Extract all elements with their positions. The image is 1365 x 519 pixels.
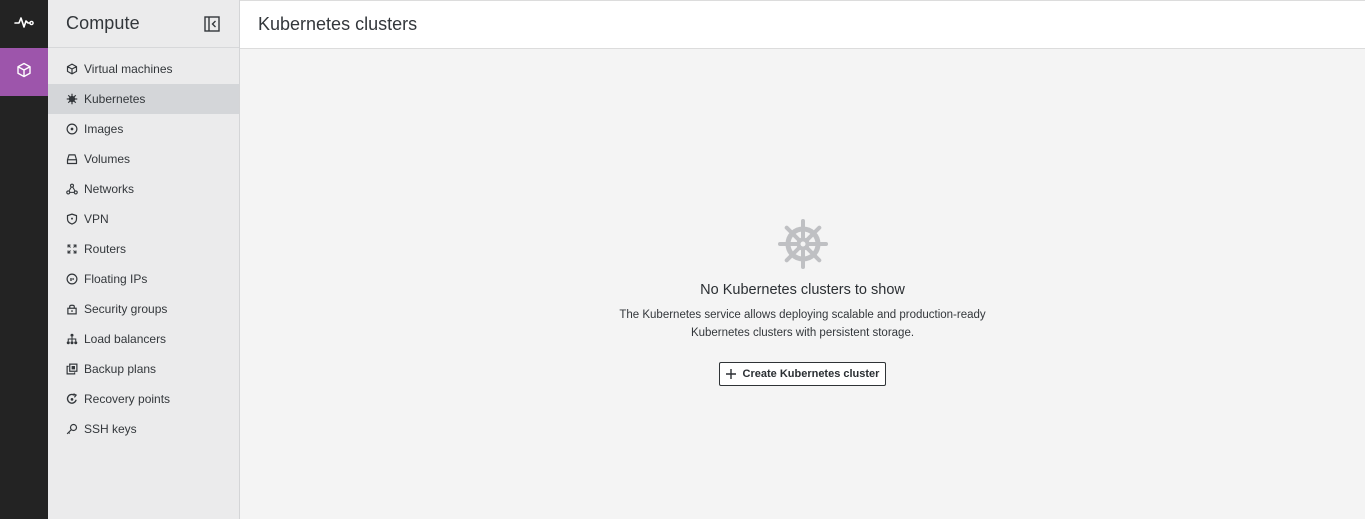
sidebar-item-load-balancers[interactable]: Load balancers xyxy=(48,324,239,354)
page-title: Kubernetes clusters xyxy=(258,14,418,34)
svg-text:IP: IP xyxy=(69,277,74,283)
disc-icon xyxy=(65,123,78,136)
sidebar-item-images[interactable]: Images xyxy=(48,114,239,144)
left-rail xyxy=(0,0,48,519)
helm-wheel-icon xyxy=(777,218,829,270)
sidebar-item-label: Routers xyxy=(84,242,127,256)
sidebar-item-label: Kubernetes xyxy=(84,92,146,106)
collapse-panel-icon xyxy=(204,15,220,32)
sidebar-item-label: Recovery points xyxy=(84,392,171,406)
cube-icon xyxy=(65,63,78,76)
hierarchy-icon xyxy=(65,333,78,346)
sidebar-item-label: Load balancers xyxy=(84,332,167,346)
sidebar-item-label: SSH keys xyxy=(84,422,137,436)
sidebar-title: Compute xyxy=(66,13,140,33)
sidebar-item-vpn[interactable]: VPN xyxy=(48,204,239,234)
page-header: Kubernetes clusters xyxy=(240,0,1365,49)
collapse-sidebar-button[interactable] xyxy=(203,15,221,33)
helm-wheel-icon xyxy=(65,93,78,106)
pulse-icon xyxy=(14,14,34,35)
app: Compute Virtual machines Kubernetes Imag… xyxy=(0,0,1365,519)
lock-icon xyxy=(65,303,78,316)
sidebar-item-label: Images xyxy=(84,122,124,136)
main-content: Kubernetes clusters No Kubernetes cluste… xyxy=(240,0,1365,519)
sidebar-item-virtual-machines[interactable]: Virtual machines xyxy=(48,54,239,84)
create-button-label: Create Kubernetes cluster xyxy=(742,368,880,380)
sidebar-item-backup-plans[interactable]: Backup plans xyxy=(48,354,239,384)
sidebar-item-label: Volumes xyxy=(84,152,131,166)
sidebar-item-label: Backup plans xyxy=(84,362,157,376)
sidebar-item-routers[interactable]: Routers xyxy=(48,234,239,264)
sidebar-header: Compute xyxy=(48,0,239,48)
copy-icon xyxy=(65,363,78,376)
sidebar-item-label: Virtual machines xyxy=(84,62,173,76)
empty-state-description: The Kubernetes service allows deploying … xyxy=(619,306,985,342)
sidebar-item-networks[interactable]: Networks xyxy=(48,174,239,204)
plus-icon xyxy=(725,368,737,380)
cube-icon xyxy=(16,62,32,83)
sidebar: Compute Virtual machines Kubernetes Imag… xyxy=(48,0,240,519)
sidebar-item-recovery-points[interactable]: Recovery points xyxy=(48,384,239,414)
sidebar-item-volumes[interactable]: Volumes xyxy=(48,144,239,174)
empty-state: No Kubernetes clusters to show The Kuber… xyxy=(240,218,1365,386)
restore-icon xyxy=(65,393,78,406)
sidebar-item-label: Floating IPs xyxy=(84,272,148,286)
empty-state-description-line: The Kubernetes service allows deploying … xyxy=(619,309,986,321)
rail-compute-button[interactable] xyxy=(0,48,48,96)
sidebar-item-floating-ips[interactable]: IP Floating IPs xyxy=(48,264,239,294)
rail-activity-button[interactable] xyxy=(0,0,48,48)
sidebar-item-kubernetes[interactable]: Kubernetes xyxy=(48,84,239,114)
drive-icon xyxy=(65,153,78,166)
empty-state-title: No Kubernetes clusters to show xyxy=(700,282,905,298)
sidebar-item-label: Security groups xyxy=(84,302,168,316)
sidebar-item-label: Networks xyxy=(84,182,135,196)
sidebar-item-label: VPN xyxy=(84,212,109,226)
ip-icon: IP xyxy=(65,273,78,286)
sidebar-item-ssh-keys[interactable]: SSH keys xyxy=(48,414,239,444)
empty-state-description-line: Kubernetes clusters with persistent stor… xyxy=(690,327,915,339)
router-icon xyxy=(65,243,78,256)
sidebar-nav: Virtual machines Kubernetes Images Volum… xyxy=(48,48,239,444)
key-icon xyxy=(65,423,78,436)
network-icon xyxy=(65,183,78,196)
shield-icon xyxy=(65,213,78,226)
create-kubernetes-cluster-button[interactable]: Create Kubernetes cluster xyxy=(718,362,887,386)
sidebar-item-security-groups[interactable]: Security groups xyxy=(48,294,239,324)
